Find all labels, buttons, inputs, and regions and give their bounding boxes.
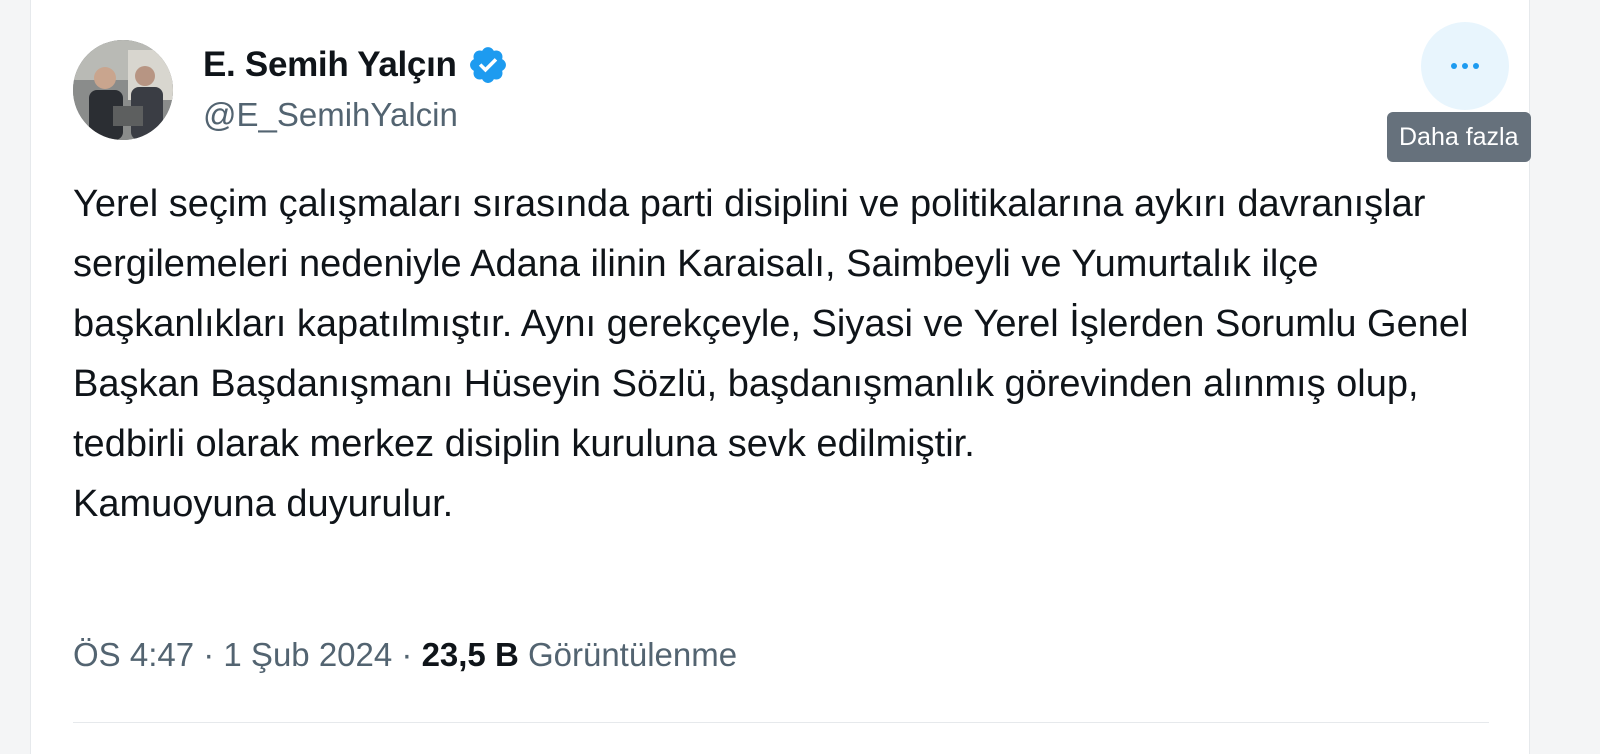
meta-separator: · (392, 636, 422, 673)
tweet-time[interactable]: ÖS 4:47 (73, 636, 194, 673)
tweet-meta: ÖS 4:47 · 1 Şub 2024 · 23,5 B Görüntülen… (73, 636, 737, 674)
tweet-date[interactable]: 1 Şub 2024 (223, 636, 392, 673)
tweet-paragraph: Yerel seçim çalışmaları sırasında parti … (73, 183, 1469, 465)
more-options-button[interactable] (1421, 22, 1509, 110)
views-label: Görüntülenme (527, 636, 738, 673)
author-handle[interactable]: @E_SemihYalcin (203, 96, 458, 134)
author-display-name[interactable]: E. Semih Yalçın (203, 45, 457, 85)
avatar-photo (73, 40, 173, 140)
meta-separator: · (194, 636, 224, 673)
tweet-paragraph: Kamuoyuna duyurulur. (73, 483, 454, 525)
divider (73, 722, 1489, 723)
more-options-tooltip: Daha fazla (1387, 112, 1531, 162)
more-horizontal-icon (1451, 63, 1479, 69)
tweet-card: E. Semih Yalçın @E_SemihYalcin Daha fazl… (30, 0, 1531, 754)
tweet-text: Yerel seçim çalışmaları sırasında parti … (73, 174, 1503, 534)
verified-badge-icon[interactable] (467, 44, 509, 86)
avatar[interactable] (73, 40, 173, 140)
views-count: 23,5 B (421, 636, 519, 673)
